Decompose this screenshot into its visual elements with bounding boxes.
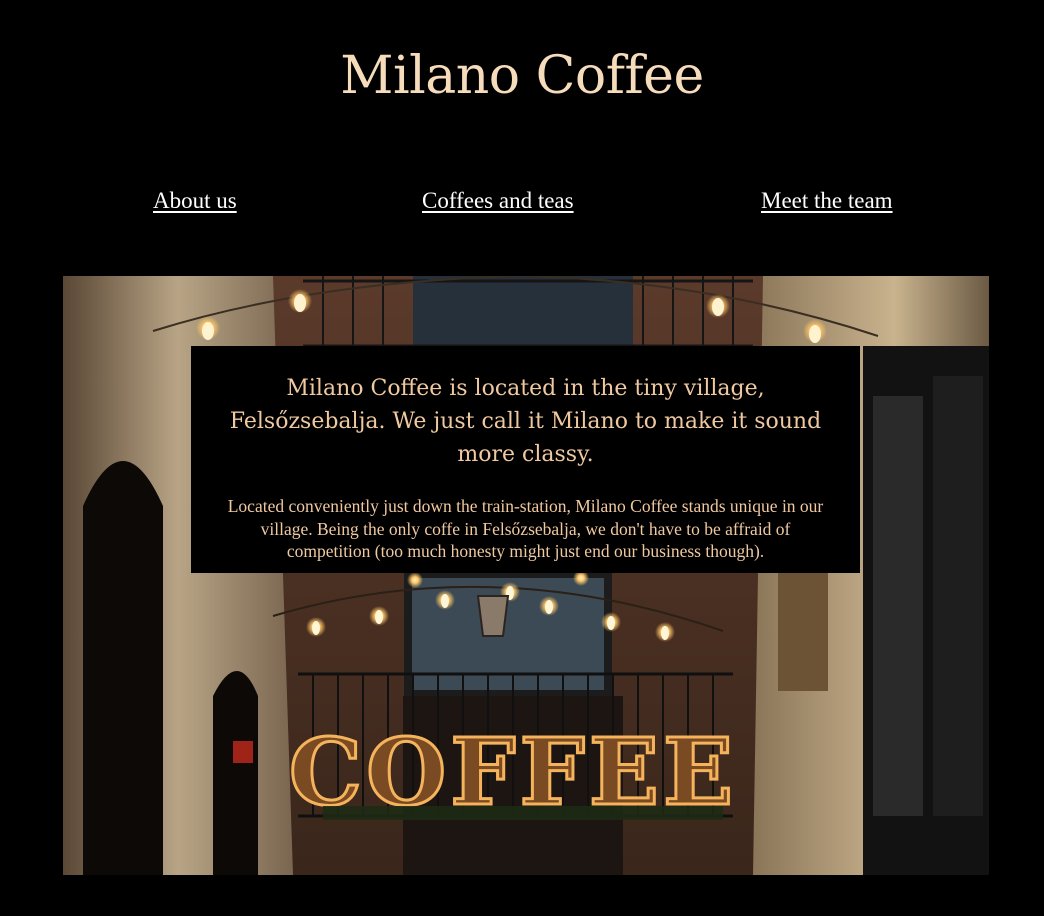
nav-link-coffees-and-teas[interactable]: Coffees and teas bbox=[422, 188, 574, 214]
info-box: Milano Coffee is located in the tiny vil… bbox=[191, 346, 860, 573]
info-heading: Milano Coffee is located in the tiny vil… bbox=[229, 376, 822, 467]
site-title: Milano Coffee bbox=[340, 46, 704, 106]
info-body-text: Located conveniently just down the train… bbox=[227, 496, 824, 561]
nav-link-meet-the-team[interactable]: Meet the team bbox=[761, 188, 893, 214]
nav-link-about-us[interactable]: About us bbox=[153, 188, 237, 214]
